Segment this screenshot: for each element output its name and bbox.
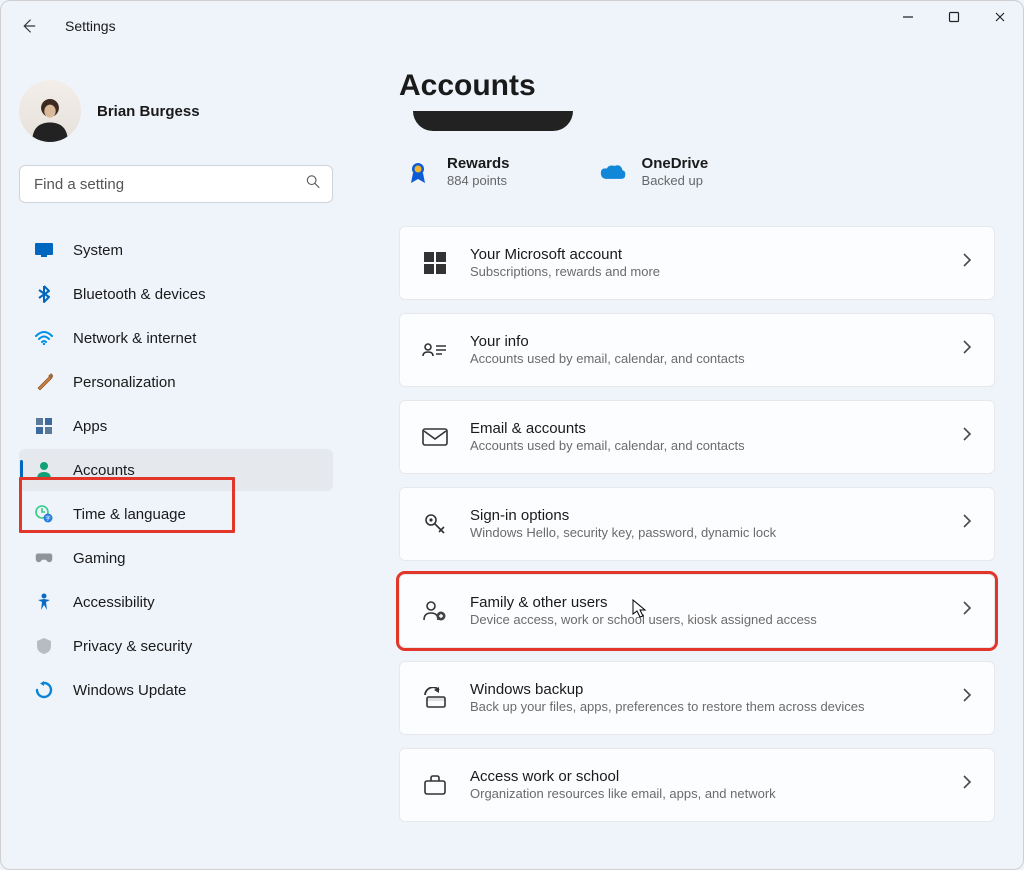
card-title: Family & other users <box>470 593 940 613</box>
card-subtitle: Device access, work or school users, kio… <box>470 612 940 629</box>
sidebar-item-label: Accounts <box>73 462 135 479</box>
clock-lang-icon: 字 <box>35 505 53 523</box>
card-subtitle: Windows Hello, security key, password, d… <box>470 525 940 542</box>
sidebar-item-personalization[interactable]: Personalization <box>19 361 333 403</box>
key-icon <box>422 511 448 537</box>
search-input[interactable] <box>19 165 333 203</box>
sidebar-item-apps[interactable]: Apps <box>19 405 333 447</box>
sidebar-item-label: Windows Update <box>73 682 186 699</box>
card-family-other-users[interactable]: Family & other users Device access, work… <box>399 574 995 648</box>
nav-list: System Bluetooth & devices Network & int… <box>19 229 333 711</box>
info-card-row: Rewards 884 points OneDrive Backed up <box>405 155 995 190</box>
apps-icon <box>35 418 53 434</box>
sidebar-item-label: Accessibility <box>73 594 155 611</box>
card-email-accounts[interactable]: Email & accounts Accounts used by email,… <box>399 400 995 474</box>
sidebar-item-gaming[interactable]: Gaming <box>19 537 333 579</box>
chevron-right-icon <box>962 687 972 708</box>
sidebar-item-network[interactable]: Network & internet <box>19 317 333 359</box>
card-windows-backup[interactable]: Windows backup Back up your files, apps,… <box>399 661 995 735</box>
sidebar-item-bluetooth[interactable]: Bluetooth & devices <box>19 273 333 315</box>
card-subtitle: Accounts used by email, calendar, and co… <box>470 438 940 455</box>
rewards-subtitle: 884 points <box>447 173 510 190</box>
people-icon <box>422 598 448 624</box>
card-signin-options[interactable]: Sign-in options Windows Hello, security … <box>399 487 995 561</box>
sidebar-item-label: System <box>73 242 123 259</box>
avatar-person-icon <box>24 90 76 142</box>
sidebar-item-accounts[interactable]: Accounts <box>19 449 333 491</box>
title-bar: Settings <box>1 1 1023 51</box>
profile-card[interactable]: Brian Burgess <box>19 69 333 153</box>
card-title: Email & accounts <box>470 419 940 439</box>
brush-icon <box>35 373 53 391</box>
card-title: Your Microsoft account <box>470 245 940 265</box>
person-icon <box>35 461 53 479</box>
shield-icon <box>35 637 53 655</box>
search-icon <box>305 174 321 195</box>
accessibility-icon <box>35 593 53 611</box>
chevron-right-icon <box>962 339 972 360</box>
microsoft-icon <box>422 250 448 276</box>
card-title: Windows backup <box>470 680 940 700</box>
svg-text:字: 字 <box>45 515 50 522</box>
onedrive-title: OneDrive <box>642 155 709 173</box>
onedrive-subtitle: Backed up <box>642 173 709 190</box>
maximize-button[interactable] <box>931 1 977 33</box>
chevron-right-icon <box>962 513 972 534</box>
onedrive-icon <box>600 159 626 185</box>
window-title: Settings <box>65 18 116 34</box>
card-title: Your info <box>470 332 940 352</box>
wifi-icon <box>35 331 53 345</box>
mail-icon <box>422 424 448 450</box>
sidebar-item-system[interactable]: System <box>19 229 333 271</box>
window-controls <box>885 1 1023 33</box>
sidebar-item-label: Apps <box>73 418 107 435</box>
settings-list: Your Microsoft account Subscriptions, re… <box>399 226 995 822</box>
update-icon <box>35 681 53 699</box>
page-title: Accounts <box>399 69 995 103</box>
card-title: Sign-in options <box>470 506 940 526</box>
rewards-icon <box>405 159 431 185</box>
sidebar-item-label: Personalization <box>73 374 176 391</box>
profile-name: Brian Burgess <box>97 103 200 120</box>
sidebar-item-privacy[interactable]: Privacy & security <box>19 625 333 667</box>
card-subtitle: Organization resources like email, apps,… <box>470 786 940 803</box>
close-button[interactable] <box>977 1 1023 33</box>
sidebar-item-windows-update[interactable]: Windows Update <box>19 669 333 711</box>
display-icon <box>35 243 53 257</box>
sidebar-item-label: Bluetooth & devices <box>73 286 206 303</box>
sidebar: Brian Burgess System <box>1 51 351 869</box>
rewards-title: Rewards <box>447 155 510 173</box>
sidebar-item-time-language[interactable]: 字 Time & language <box>19 493 333 535</box>
chevron-right-icon <box>962 252 972 273</box>
card-subtitle: Subscriptions, rewards and more <box>470 264 940 281</box>
main-content: Accounts Rewards 884 points <box>351 51 1023 869</box>
card-your-info[interactable]: Your info Accounts used by email, calend… <box>399 313 995 387</box>
onedrive-card[interactable]: OneDrive Backed up <box>600 155 709 190</box>
rewards-card[interactable]: Rewards 884 points <box>405 155 510 190</box>
sidebar-item-label: Gaming <box>73 550 126 567</box>
sidebar-item-label: Privacy & security <box>73 638 192 655</box>
account-avatar-slice <box>413 111 573 131</box>
chevron-right-icon <box>962 426 972 447</box>
back-button[interactable] <box>9 7 47 45</box>
card-subtitle: Back up your files, apps, preferences to… <box>470 699 940 716</box>
id-card-icon <box>422 337 448 363</box>
sidebar-item-label: Network & internet <box>73 330 196 347</box>
gamepad-icon <box>35 551 53 565</box>
bluetooth-icon <box>35 285 53 303</box>
avatar <box>19 80 81 142</box>
backup-icon <box>422 685 448 711</box>
settings-window: Settings Brian Burgess <box>0 0 1024 870</box>
sidebar-item-accessibility[interactable]: Accessibility <box>19 581 333 623</box>
card-microsoft-account[interactable]: Your Microsoft account Subscriptions, re… <box>399 226 995 300</box>
card-access-work-school[interactable]: Access work or school Organization resou… <box>399 748 995 822</box>
card-subtitle: Accounts used by email, calendar, and co… <box>470 351 940 368</box>
chevron-right-icon <box>962 600 972 621</box>
chevron-right-icon <box>962 774 972 795</box>
briefcase-icon <box>422 772 448 798</box>
sidebar-item-label: Time & language <box>73 506 186 523</box>
card-title: Access work or school <box>470 767 940 787</box>
minimize-button[interactable] <box>885 1 931 33</box>
